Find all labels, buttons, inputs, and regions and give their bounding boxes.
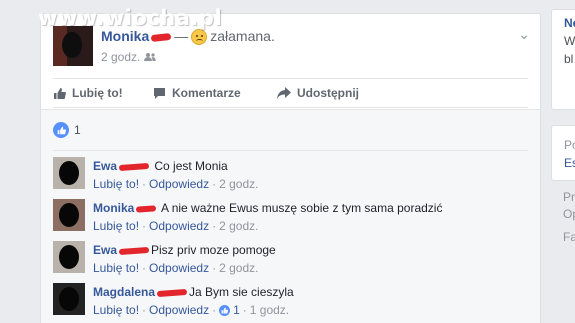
author-avatar[interactable] bbox=[53, 26, 93, 66]
comment-text: Pisz priv moze pomoge bbox=[151, 243, 276, 257]
author-line: Monika — załamana. bbox=[101, 28, 275, 46]
share-arrow-icon bbox=[277, 87, 291, 99]
right-panel-title[interactable]: Ne bbox=[564, 16, 575, 30]
footer-link[interactable]: Pr bbox=[563, 190, 575, 204]
redaction-mark bbox=[118, 246, 150, 255]
comment-actions: Lubię to! · Odpowiedz · 2 godz. bbox=[93, 177, 258, 191]
right-panel-text: W bbox=[564, 34, 575, 48]
comment-like-link[interactable]: Lubię to! bbox=[93, 177, 139, 191]
comment-reply-link[interactable]: Odpowiedz bbox=[149, 177, 209, 191]
dot-separator: · bbox=[212, 219, 217, 233]
right-panel-box: Ne W bl bbox=[551, 9, 575, 110]
commenter-avatar[interactable] bbox=[53, 283, 85, 315]
dot-separator: · bbox=[142, 261, 147, 275]
right-panel-box: Po Es bbox=[551, 125, 575, 181]
comment-item: Ewa Co jest Monia Lubię to! · Odpowiedz · 2 … bbox=[53, 157, 528, 197]
right-panel-text: Po bbox=[564, 138, 575, 152]
thumbs-up-icon bbox=[54, 87, 66, 99]
like-badge-icon bbox=[53, 122, 69, 138]
avatar-face-blur bbox=[62, 32, 82, 58]
commenter-name[interactable]: Ewa bbox=[93, 243, 117, 257]
comment-like-link[interactable]: Lubię to! bbox=[93, 219, 139, 233]
comment-reply-link[interactable]: Odpowiedz bbox=[149, 261, 209, 275]
like-label: Lubię to! bbox=[72, 86, 123, 100]
post-time[interactable]: 2 godz. bbox=[101, 50, 140, 64]
post-meta: 2 godz. bbox=[101, 50, 157, 65]
comment-like-count[interactable]: 1 bbox=[233, 303, 240, 317]
comment-item: Ewa Pisz priv moze pomoge Lubię to! · Odpow… bbox=[53, 241, 528, 281]
commenter-name[interactable]: Ewa bbox=[93, 159, 117, 173]
comment-reply-link[interactable]: Odpowiedz bbox=[149, 219, 209, 233]
comment-actions: Lubię to! · Odpowiedz · 2 godz. bbox=[93, 261, 258, 275]
sad-face-icon bbox=[191, 29, 208, 46]
dot-separator: · bbox=[212, 177, 217, 191]
right-panel-link[interactable]: Es bbox=[564, 156, 575, 170]
comment-reply-link[interactable]: Odpowiedz bbox=[149, 303, 209, 317]
comment-body: Ewa Co jest Monia bbox=[93, 159, 228, 173]
commenter-name[interactable]: Monika bbox=[93, 201, 134, 215]
comment-button[interactable]: Komentarze bbox=[153, 86, 241, 100]
commenter-name[interactable]: Magdalena bbox=[93, 285, 155, 299]
redaction-mark bbox=[150, 32, 172, 42]
comment-like-badge-icon[interactable] bbox=[219, 305, 231, 317]
comment-like-link[interactable]: Lubię to! bbox=[93, 303, 139, 317]
friends-icon[interactable] bbox=[144, 51, 157, 65]
comment-text: A nie ważne Ewus muszę sobie z tym sama … bbox=[161, 201, 443, 215]
divider bbox=[53, 150, 528, 151]
comment-time[interactable]: 1 godz. bbox=[250, 303, 289, 317]
dot-separator: · bbox=[212, 303, 217, 317]
comment-body: Monika A nie ważne Ewus muszę sobie z ty… bbox=[93, 201, 442, 215]
right-column: Ne W bl Po Es Pr Op Fa bbox=[551, 0, 575, 323]
comment-body: Magdalena Ja Bym sie cieszyla bbox=[93, 285, 294, 299]
dot-separator: · bbox=[142, 219, 147, 233]
redaction-mark bbox=[156, 288, 188, 297]
redaction-mark bbox=[136, 205, 157, 213]
feeling-text: załamana. bbox=[210, 28, 275, 44]
comment-item: Magdalena Ja Bym sie cieszyla Lubię to! · O… bbox=[53, 283, 528, 323]
comment-label: Komentarze bbox=[172, 86, 241, 100]
chevron-down-icon[interactable]: ⌄ bbox=[518, 26, 530, 43]
post-card: Monika — załamana. 2 godz. ⌄ Lubię to! Kom… bbox=[40, 13, 541, 323]
comment-like-link[interactable]: Lubię to! bbox=[93, 261, 139, 275]
comment-actions: Lubię to! · Odpowiedz · 1 · 1 godz. bbox=[93, 303, 289, 317]
avatar-blur bbox=[59, 203, 79, 227]
share-button[interactable]: Udostępnij bbox=[277, 86, 359, 100]
share-label: Udostępnij bbox=[297, 86, 359, 100]
author-name[interactable]: Monika bbox=[101, 28, 149, 44]
likes-count: 1 bbox=[74, 123, 81, 137]
footer-link[interactable]: Op bbox=[563, 207, 575, 221]
post-header: Monika — załamana. 2 godz. ⌄ bbox=[53, 24, 530, 70]
comment-time[interactable]: 2 godz. bbox=[219, 261, 258, 275]
comment-time[interactable]: 2 godz. bbox=[219, 177, 258, 191]
likes-summary[interactable]: 1 bbox=[53, 122, 81, 138]
right-panel-text: bl bbox=[564, 52, 574, 66]
watermark: www.wiocha.pl bbox=[38, 6, 223, 30]
comment-text: Co jest Monia bbox=[154, 159, 228, 173]
commenter-avatar[interactable] bbox=[53, 199, 85, 231]
comment-actions: Lubię to! · Odpowiedz · 2 godz. bbox=[93, 219, 258, 233]
comment-icon bbox=[154, 88, 165, 99]
dot-separator: · bbox=[142, 177, 147, 191]
comment-text: Ja Bym sie cieszyla bbox=[189, 285, 294, 299]
dot-separator: · bbox=[242, 303, 247, 317]
commenter-avatar[interactable] bbox=[53, 241, 85, 273]
comment-item: Monika A nie ważne Ewus muszę sobie z ty… bbox=[53, 199, 528, 239]
avatar-blur bbox=[59, 245, 79, 269]
like-button[interactable]: Lubię to! bbox=[53, 86, 123, 100]
comment-time[interactable]: 2 godz. bbox=[219, 219, 258, 233]
commenter-avatar[interactable] bbox=[53, 157, 85, 189]
redaction-mark bbox=[118, 162, 150, 171]
comment-body: Ewa Pisz priv moze pomoge bbox=[93, 243, 276, 257]
post-actions: Lubię to! Komentarze Udostępnij bbox=[53, 78, 528, 108]
dot-separator: · bbox=[142, 303, 147, 317]
comments-section: 1 Ewa Co jest Monia Lubię to! · Odpowiedz ·… bbox=[41, 109, 540, 323]
avatar-blur bbox=[59, 161, 79, 185]
avatar-blur bbox=[59, 287, 79, 311]
dot-separator: · bbox=[212, 261, 217, 275]
footer-link[interactable]: Fa bbox=[563, 230, 575, 244]
feeling-separator: — bbox=[174, 28, 189, 44]
